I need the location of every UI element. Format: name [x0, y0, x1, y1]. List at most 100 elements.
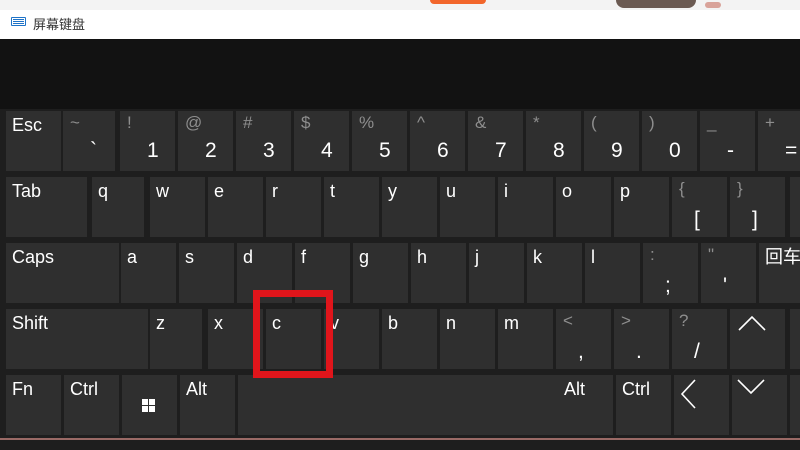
- key-shift-label: !: [127, 113, 132, 132]
- key-rbracket[interactable]: }]: [730, 177, 785, 237]
- key-up[interactable]: [730, 309, 785, 369]
- key-g[interactable]: g: [353, 243, 408, 303]
- key-p[interactable]: p: [614, 177, 669, 237]
- key-backtick[interactable]: ~ `: [63, 111, 115, 171]
- key-del-partial[interactable]: [790, 309, 800, 369]
- title-bar[interactable]: 屏幕键盘: [0, 10, 800, 39]
- up-arrow-icon: [738, 315, 766, 331]
- key-z[interactable]: z: [150, 309, 202, 369]
- key-shift[interactable]: Shift: [6, 309, 148, 369]
- key-alt-left[interactable]: Alt: [180, 375, 235, 435]
- key-shift-label: :: [650, 245, 655, 264]
- key-shift-label: }: [737, 179, 743, 198]
- key-shift-label: ~: [70, 113, 80, 132]
- key-label: g: [359, 247, 370, 267]
- key-main-label: 1: [147, 139, 159, 162]
- key-esc[interactable]: Esc: [6, 111, 61, 171]
- key-label: s: [185, 247, 194, 267]
- key-left[interactable]: [674, 375, 729, 435]
- key-label: z: [156, 313, 165, 333]
- key-down[interactable]: [732, 375, 787, 435]
- key-u[interactable]: u: [440, 177, 495, 237]
- key-9[interactable]: (9: [584, 111, 639, 171]
- key-tab[interactable]: Tab: [6, 177, 87, 237]
- windows-logo-icon: [142, 399, 155, 412]
- key-0[interactable]: ) 0: [642, 111, 697, 171]
- key-7[interactable]: & 7: [468, 111, 523, 171]
- key-label: w: [156, 181, 169, 201]
- key-4[interactable]: $4: [294, 111, 349, 171]
- key-quote[interactable]: " ': [701, 243, 756, 303]
- key-main-label: 8: [553, 139, 565, 162]
- key-label: Caps: [12, 247, 55, 267]
- key-label: h: [417, 247, 428, 267]
- key-shift-label: _: [707, 113, 717, 132]
- key-label: d: [243, 247, 254, 267]
- key-comma[interactable]: <,: [556, 309, 611, 369]
- key-period[interactable]: >.: [614, 309, 669, 369]
- key-w[interactable]: w: [150, 177, 205, 237]
- key-t[interactable]: t: [324, 177, 379, 237]
- key-2[interactable]: @2: [178, 111, 233, 171]
- key-5[interactable]: % 5: [352, 111, 407, 171]
- key-shift-label: %: [359, 113, 375, 132]
- key-ctrl-left[interactable]: Ctrl: [64, 375, 119, 435]
- key-ctrl-right[interactable]: Ctrl: [616, 375, 671, 435]
- key-main-label: 0: [669, 139, 681, 162]
- key-n[interactable]: n: [440, 309, 495, 369]
- keyboard-icon: [11, 17, 26, 26]
- key-label: u: [446, 181, 457, 201]
- key-label: Esc: [12, 115, 43, 135]
- key-main-label: 7: [495, 139, 507, 162]
- key-8[interactable]: * 8: [526, 111, 581, 171]
- key-right-partial[interactable]: [790, 375, 800, 435]
- key-h[interactable]: h: [411, 243, 466, 303]
- key-6[interactable]: ^ 6: [410, 111, 465, 171]
- key-semicolon[interactable]: :;: [643, 243, 698, 303]
- key-space[interactable]: [238, 375, 558, 435]
- key-e[interactable]: e: [208, 177, 263, 237]
- key-equals[interactable]: + =: [758, 111, 800, 171]
- key-label: Alt: [186, 379, 208, 399]
- key-lbracket[interactable]: {[: [672, 177, 727, 237]
- key-label: b: [388, 313, 399, 333]
- key-q[interactable]: q: [92, 177, 144, 237]
- key-shift-label: ?: [679, 311, 689, 330]
- key-shift-label: <: [563, 311, 573, 330]
- key-i[interactable]: i: [498, 177, 553, 237]
- key-shift-label: #: [243, 113, 253, 132]
- key-y[interactable]: y: [382, 177, 437, 237]
- key-fn[interactable]: Fn: [6, 375, 61, 435]
- key-o[interactable]: o: [556, 177, 611, 237]
- key-win[interactable]: [122, 375, 177, 435]
- key-1[interactable]: ! 1: [120, 111, 175, 171]
- window-bottom-edge: [0, 438, 800, 440]
- key-alt-right[interactable]: Alt: [558, 375, 613, 435]
- key-r[interactable]: r: [266, 177, 321, 237]
- key-b[interactable]: b: [382, 309, 437, 369]
- key-label: r: [272, 181, 278, 201]
- key-main-label: -: [727, 139, 734, 162]
- key-3[interactable]: #3: [236, 111, 291, 171]
- key-shift-label: *: [533, 113, 540, 132]
- key-label: x: [214, 313, 223, 333]
- key-j[interactable]: j: [469, 243, 524, 303]
- key-a[interactable]: a: [121, 243, 176, 303]
- key-m[interactable]: m: [498, 309, 553, 369]
- key-main-label: `: [90, 139, 97, 162]
- key-minus[interactable]: _ -: [700, 111, 755, 171]
- key-k[interactable]: k: [527, 243, 582, 303]
- key-enter[interactable]: 回车: [759, 243, 800, 303]
- key-shift-label: $: [301, 113, 311, 132]
- key-backslash-partial[interactable]: [790, 177, 800, 237]
- key-caps[interactable]: Caps: [6, 243, 119, 303]
- key-shift-label: ": [708, 245, 715, 264]
- key-label: f: [301, 247, 307, 267]
- key-slash[interactable]: ? /: [672, 309, 727, 369]
- key-main-label: ]: [752, 208, 758, 231]
- key-l[interactable]: l: [585, 243, 640, 303]
- key-label: 回车: [765, 247, 800, 267]
- key-s[interactable]: s: [179, 243, 234, 303]
- key-label: Ctrl: [622, 379, 650, 399]
- key-main-label: 6: [437, 139, 449, 162]
